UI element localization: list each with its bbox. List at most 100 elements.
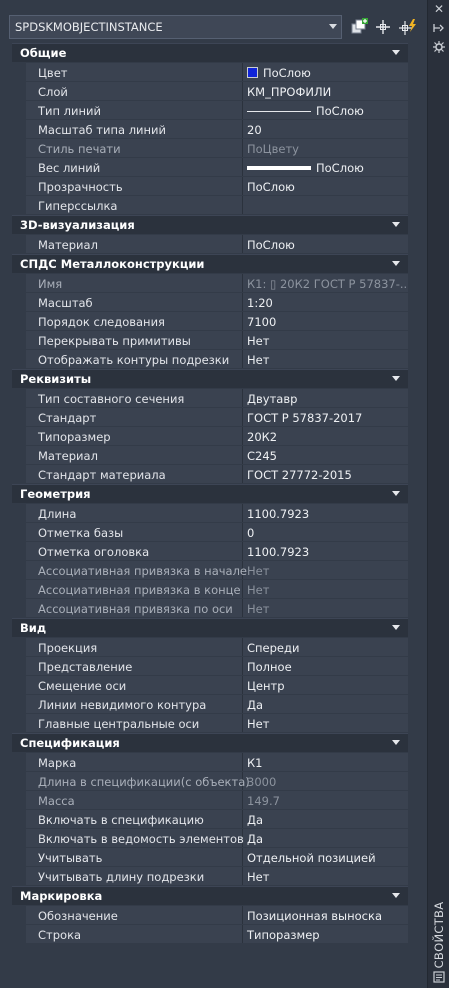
property-value-cell[interactable]: Двутавр: [244, 389, 408, 407]
property-row[interactable]: Типоразмер 20К2: [12, 427, 408, 445]
property-row[interactable]: Тип составного сечения Двутавр: [12, 389, 408, 407]
property-row[interactable]: Масштаб типа линий 20: [12, 120, 408, 138]
property-row[interactable]: Тип линий ПоСлою: [12, 101, 408, 119]
property-row[interactable]: Длина 1100.7923: [12, 504, 408, 522]
object-type-dropdown[interactable]: SPDSKMOBJECTINSTANCE: [9, 15, 342, 39]
collapse-chevron-icon[interactable]: [392, 893, 400, 898]
property-row[interactable]: Масштаб 1:20: [12, 293, 408, 311]
property-value-cell[interactable]: 1:20: [244, 293, 408, 311]
property-row[interactable]: Обозначение Позиционная выноска: [12, 906, 408, 924]
property-row[interactable]: Прозрачность ПоСлою: [12, 177, 408, 195]
property-row[interactable]: Марка К1: [12, 753, 408, 771]
property-value-cell[interactable]: 20: [244, 120, 408, 138]
property-value-cell[interactable]: Центр: [244, 676, 408, 694]
property-value-cell[interactable]: ГОСТ 27772-2015: [244, 465, 408, 483]
close-icon[interactable]: ✕: [431, 2, 447, 16]
category-header[interactable]: Общие: [12, 43, 408, 62]
property-value-cell[interactable]: 149.7: [244, 791, 408, 809]
property-row[interactable]: Стандарт материала ГОСТ 27772-2015: [12, 465, 408, 483]
toggle-pickadd-button[interactable]: [350, 16, 370, 38]
property-value-cell[interactable]: 0: [244, 523, 408, 541]
properties-menu-icon[interactable]: [431, 40, 447, 54]
property-row[interactable]: Ассоциативная привязка по оси Нет: [12, 599, 408, 617]
property-value-cell[interactable]: Нет: [244, 714, 408, 732]
property-row[interactable]: Длина в спецификации(с объекта) 3000: [12, 772, 408, 790]
property-value-cell[interactable]: Нет: [244, 867, 408, 885]
property-value-cell[interactable]: Типоразмер: [244, 925, 408, 943]
property-row[interactable]: Слой КМ_ПРОФИЛИ: [12, 82, 408, 100]
property-row[interactable]: Представление Полное: [12, 657, 408, 675]
property-value-cell[interactable]: ГОСТ Р 57837-2017: [244, 408, 408, 426]
property-row[interactable]: Учитывать Отдельной позицией: [12, 848, 408, 866]
collapse-chevron-icon[interactable]: [392, 222, 400, 227]
property-value-cell[interactable]: ПоСлою: [244, 63, 408, 81]
autohide-icon[interactable]: [431, 21, 447, 35]
property-row[interactable]: Главные центральные оси Нет: [12, 714, 408, 732]
property-row[interactable]: Материал С245: [12, 446, 408, 464]
property-value-cell[interactable]: ПоСлою: [244, 235, 408, 253]
property-row[interactable]: Проекция Спереди: [12, 638, 408, 656]
property-value-cell[interactable]: 7100: [244, 312, 408, 330]
property-value-cell[interactable]: Да: [244, 829, 408, 847]
collapse-chevron-icon[interactable]: [392, 740, 400, 745]
collapse-chevron-icon[interactable]: [392, 261, 400, 266]
property-value-cell[interactable]: Да: [244, 695, 408, 713]
property-row[interactable]: Масса 149.7: [12, 791, 408, 809]
category-header[interactable]: Маркировка: [12, 886, 408, 905]
property-row[interactable]: Отметка базы 0: [12, 523, 408, 541]
property-value-cell[interactable]: Спереди: [244, 638, 408, 656]
property-row[interactable]: Линии невидимого контура Да: [12, 695, 408, 713]
property-row[interactable]: Ассоциативная привязка в конце Нет: [12, 580, 408, 598]
property-value-cell[interactable]: ПоЦвету: [244, 139, 408, 157]
collapse-chevron-icon[interactable]: [392, 50, 400, 55]
quick-select-button[interactable]: [398, 16, 418, 38]
property-value-cell[interactable]: [244, 196, 408, 214]
category-header[interactable]: Реквизиты: [12, 369, 408, 388]
property-value-cell[interactable]: Нет: [244, 580, 408, 598]
property-value-cell[interactable]: Полное: [244, 657, 408, 675]
property-row[interactable]: Вес линий ПоСлою: [12, 158, 408, 176]
property-row[interactable]: Отметка оголовка 1100.7923: [12, 542, 408, 560]
property-value-cell[interactable]: КМ_ПРОФИЛИ: [244, 82, 408, 100]
property-value-cell[interactable]: Позиционная выноска: [244, 906, 408, 924]
category-header[interactable]: Вид: [12, 618, 408, 637]
property-row[interactable]: Стиль печати ПоЦвету: [12, 139, 408, 157]
category-header[interactable]: Спецификация: [12, 733, 408, 752]
property-row[interactable]: Материал ПоСлою: [12, 235, 408, 253]
property-row[interactable]: Включать в спецификацию Да: [12, 810, 408, 828]
property-value-cell[interactable]: ПоСлою: [244, 158, 408, 176]
category-header[interactable]: Геометрия: [12, 484, 408, 503]
property-value-cell[interactable]: К1: ▯ 20К2 ГОСТ Р 57837-...: [244, 274, 408, 292]
property-row[interactable]: Порядок следования 7100: [12, 312, 408, 330]
property-row[interactable]: Стандарт ГОСТ Р 57837-2017: [12, 408, 408, 426]
property-value-cell[interactable]: К1: [244, 753, 408, 771]
property-value-cell[interactable]: Нет: [244, 599, 408, 617]
property-row[interactable]: Гиперссылка: [12, 196, 408, 214]
property-value-cell[interactable]: Нет: [244, 331, 408, 349]
property-row[interactable]: Смещение оси Центр: [12, 676, 408, 694]
property-row[interactable]: Учитывать длину подрезки Нет: [12, 867, 408, 885]
property-row[interactable]: Включать в ведомость элементов Да: [12, 829, 408, 847]
property-value-cell[interactable]: 1100.7923: [244, 504, 408, 522]
property-value-cell[interactable]: 1100.7923: [244, 542, 408, 560]
property-value-cell[interactable]: ПоСлою: [244, 101, 408, 119]
property-value-cell[interactable]: ПоСлою: [244, 177, 408, 195]
property-row[interactable]: Отображать контуры подрезки Нет: [12, 350, 408, 368]
property-value-cell[interactable]: Нет: [244, 561, 408, 579]
property-value-cell[interactable]: Отдельной позицией: [244, 848, 408, 866]
collapse-chevron-icon[interactable]: [392, 625, 400, 630]
property-row[interactable]: Имя К1: ▯ 20К2 ГОСТ Р 57837-...: [12, 274, 408, 292]
select-objects-button[interactable]: [373, 16, 393, 38]
property-value-cell[interactable]: 3000: [244, 772, 408, 790]
category-header[interactable]: 3D-визуализация: [12, 215, 408, 234]
property-row[interactable]: Ассоциативная привязка в начале Нет: [12, 561, 408, 579]
property-value-cell[interactable]: Нет: [244, 350, 408, 368]
palette-icon[interactable]: [431, 970, 447, 984]
property-value-cell[interactable]: 20К2: [244, 427, 408, 445]
property-value-cell[interactable]: С245: [244, 446, 408, 464]
category-header[interactable]: СПДС Металлоконструкции: [12, 254, 408, 273]
property-row[interactable]: Перекрывать примитивы Нет: [12, 331, 408, 349]
property-value-cell[interactable]: Да: [244, 810, 408, 828]
collapse-chevron-icon[interactable]: [392, 491, 400, 496]
property-row[interactable]: Цвет ПоСлою: [12, 63, 408, 81]
